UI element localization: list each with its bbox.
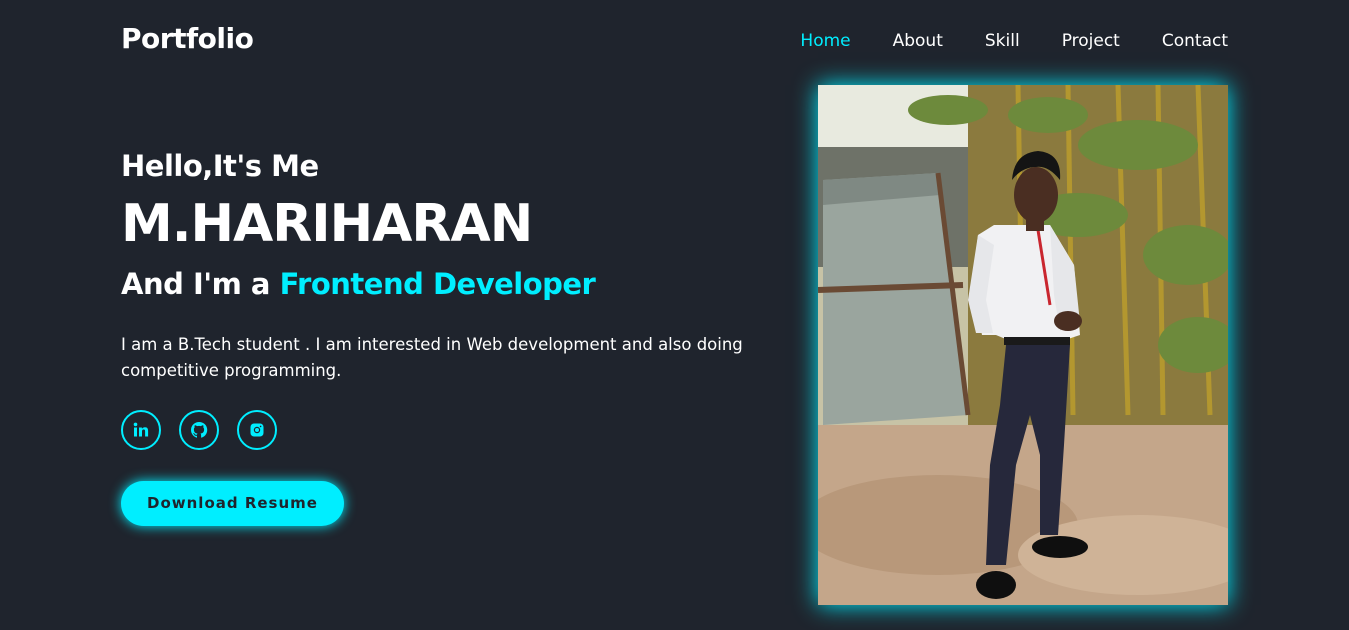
instagram-icon <box>250 423 264 437</box>
nav-project[interactable]: Project <box>1062 31 1120 51</box>
bio-text: I am a B.Tech student . I am interested … <box>121 335 743 380</box>
greeting-heading: Hello,It's Me <box>121 149 319 183</box>
linkedin-link[interactable] <box>121 410 161 450</box>
profile-photo <box>818 85 1228 605</box>
role-heading: And I'm a Frontend Developer <box>121 258 781 310</box>
instagram-link[interactable] <box>237 410 277 450</box>
linkedin-icon <box>133 422 149 437</box>
role-highlight: Frontend Developer <box>279 267 596 301</box>
profile-photo-image <box>818 85 1228 605</box>
role-prefix: And I'm a <box>121 267 280 301</box>
github-link[interactable] <box>179 410 219 450</box>
social-links <box>121 410 781 450</box>
nav-home[interactable]: Home <box>800 31 850 51</box>
github-icon <box>190 421 208 438</box>
nav-skill[interactable]: Skill <box>985 31 1020 51</box>
name-heading: M.HARIHARAN <box>121 194 533 254</box>
nav-about[interactable]: About <box>893 31 943 51</box>
main-nav: Home About Skill Project Contact <box>758 31 1228 51</box>
portfolio-page: Portfolio Home About Skill Project Conta… <box>0 0 1349 630</box>
download-resume-button[interactable]: Download Resume <box>121 481 344 526</box>
hero-section: Hello,It's Me M.HARIHARAN And I'm a Fron… <box>121 146 781 526</box>
logo[interactable]: Portfolio <box>121 22 254 55</box>
nav-contact[interactable]: Contact <box>1162 31 1228 51</box>
